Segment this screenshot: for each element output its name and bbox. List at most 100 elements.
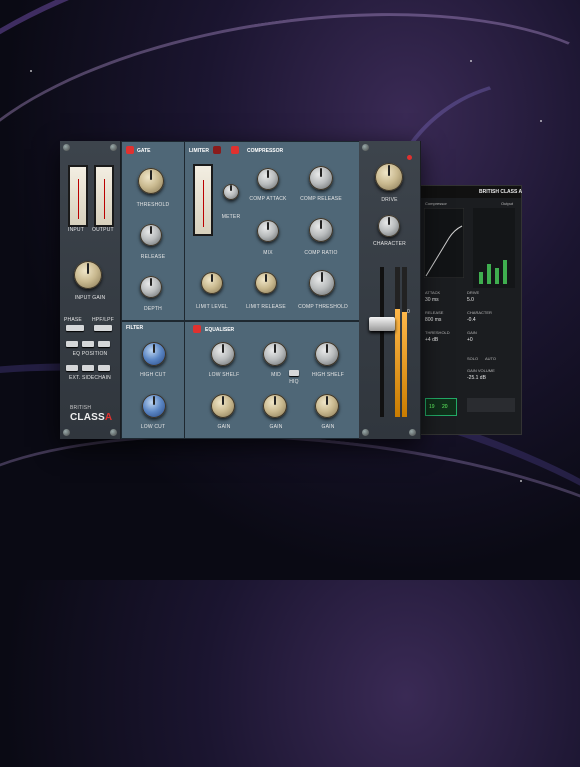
low-cut-label: LOW CUT — [140, 424, 166, 430]
meter-select-knob[interactable] — [223, 184, 239, 200]
brand-class: CLASS — [70, 412, 105, 423]
gate-section: GATE THRESHOLD RELEASE DEPTH — [121, 141, 185, 321]
eq-mid-button[interactable] — [82, 341, 94, 347]
hiq-button[interactable] — [289, 370, 299, 376]
output-strip: DRIVE CHARACTER 0 — [359, 141, 421, 439]
gain-reduction-meter — [193, 164, 213, 236]
output-slider[interactable] — [467, 398, 515, 412]
output-meter — [94, 165, 114, 227]
mid-freq-knob[interactable] — [263, 342, 287, 366]
low-cut-knob[interactable] — [142, 394, 166, 418]
eq-last-button[interactable] — [98, 341, 110, 347]
star — [30, 70, 32, 72]
meter-bar — [503, 260, 507, 284]
character-value[interactable]: -0.4 — [467, 317, 476, 323]
filter-section: FILTER HIGH CUT LOW CUT — [121, 321, 185, 439]
phase-button[interactable] — [66, 325, 84, 331]
output-fader-handle[interactable] — [369, 317, 395, 331]
mid-gain-knob[interactable] — [263, 394, 287, 418]
character-label: CHARACTER — [467, 310, 492, 315]
hpf-lpf-button[interactable] — [94, 325, 112, 331]
high-cut-knob[interactable] — [142, 342, 166, 366]
input-meter — [68, 165, 88, 227]
gate-depth-label: DEPTH — [144, 306, 162, 312]
gr-readout: 19 20 — [425, 398, 457, 416]
eq-enable-button[interactable] — [193, 325, 201, 333]
character-knob[interactable] — [378, 215, 400, 237]
threshold-value[interactable]: +4 dB — [425, 337, 438, 343]
release-value[interactable]: 800 ms — [425, 317, 441, 323]
hpf-lpf-label: HPF/LPF — [92, 317, 114, 323]
mix-knob[interactable] — [257, 220, 279, 242]
gate-enable-button[interactable] — [126, 146, 134, 154]
output-vu-left — [395, 267, 400, 417]
gain-value[interactable]: +0 — [467, 337, 473, 343]
output-vu-right — [402, 267, 407, 417]
comp-attack-label: COMP ATTACK — [249, 196, 287, 202]
ext-sidechain-label: EXT. SIDECHAIN — [69, 375, 111, 381]
gate-release-knob[interactable] — [140, 224, 162, 246]
input-gain-knob[interactable] — [74, 261, 102, 289]
low-shelf-freq-knob[interactable] — [211, 342, 235, 366]
comp-threshold-knob[interactable] — [309, 270, 335, 296]
limit-release-knob[interactable] — [255, 272, 277, 294]
low-shelf-gain-knob[interactable] — [211, 394, 235, 418]
tab-output[interactable]: Output — [501, 201, 513, 206]
comp-attack-knob[interactable] — [257, 168, 279, 190]
drive-knob[interactable] — [375, 163, 403, 191]
gate-threshold-knob[interactable] — [138, 168, 164, 194]
compressor-enable-button[interactable] — [231, 146, 239, 154]
input-gain-label: INPUT GAIN — [74, 295, 106, 301]
fader-scale-zero: 0 — [407, 309, 410, 315]
gain-volume-value[interactable]: -25.1 dB — [467, 375, 486, 381]
attack-value[interactable]: 30 ms — [425, 297, 439, 303]
auto-toggle[interactable]: AUTO — [485, 356, 496, 361]
sidechain-gate-button[interactable] — [82, 365, 94, 371]
comp-release-knob[interactable] — [309, 166, 333, 190]
meter-bar — [495, 268, 499, 284]
phase-label: PHASE — [64, 317, 82, 323]
high-shelf-freq-knob[interactable] — [315, 342, 339, 366]
meter-select-label: METER — [221, 214, 241, 220]
limit-level-knob[interactable] — [201, 272, 223, 294]
screw — [409, 429, 416, 436]
gain-volume-label: GAIN VOLUME — [467, 368, 495, 373]
hiq-label: HIQ — [289, 379, 299, 385]
brand-line1: BRITISH — [70, 405, 92, 411]
readout-a: 19 — [429, 404, 435, 410]
screw — [362, 144, 369, 151]
star — [470, 60, 472, 62]
dynamics-section: LIMITER COMPRESSOR METER COMP ATTACK COM… — [184, 141, 360, 321]
sidechain-off-button[interactable] — [66, 365, 78, 371]
drive-value[interactable]: 5.0 — [467, 297, 474, 303]
solo-toggle[interactable]: SOLO — [467, 356, 478, 361]
release-label: RELEASE — [425, 310, 444, 315]
filter-title: FILTER — [126, 325, 144, 331]
eq-position-label: EQ POSITION — [72, 351, 108, 357]
gate-threshold-label: THRESHOLD — [136, 202, 170, 208]
input-strip: INPUT OUTPUT INPUT GAIN PHASE HPF/LPF EQ… — [60, 141, 121, 439]
clip-led — [407, 155, 412, 160]
low-shelf-label: LOW SHELF — [208, 372, 240, 378]
star — [540, 120, 542, 122]
screw — [110, 144, 117, 151]
mix-label: MIX — [263, 250, 273, 256]
character-label: CHARACTER — [373, 241, 406, 247]
screw — [362, 429, 369, 436]
drive-label: DRIVE — [381, 197, 398, 203]
limiter-enable-button[interactable] — [213, 146, 221, 154]
comp-ratio-knob[interactable] — [309, 218, 333, 242]
brand-line2: CLASSA — [70, 412, 112, 423]
gate-depth-knob[interactable] — [140, 276, 162, 298]
tab-compressor[interactable]: Compressor — [425, 201, 447, 206]
meter-panel — [473, 208, 515, 288]
output-meter-label: OUTPUT — [92, 227, 114, 233]
sidechain-comp-button[interactable] — [98, 365, 110, 371]
gain-label: GAIN — [467, 330, 477, 335]
high-shelf-gain-knob[interactable] — [315, 394, 339, 418]
fader-track — [380, 267, 384, 417]
screw — [110, 429, 117, 436]
comp-release-label: COMP RELEASE — [300, 196, 342, 202]
eq-first-button[interactable] — [66, 341, 78, 347]
high-shelf-gain-label: GAIN — [321, 424, 335, 430]
